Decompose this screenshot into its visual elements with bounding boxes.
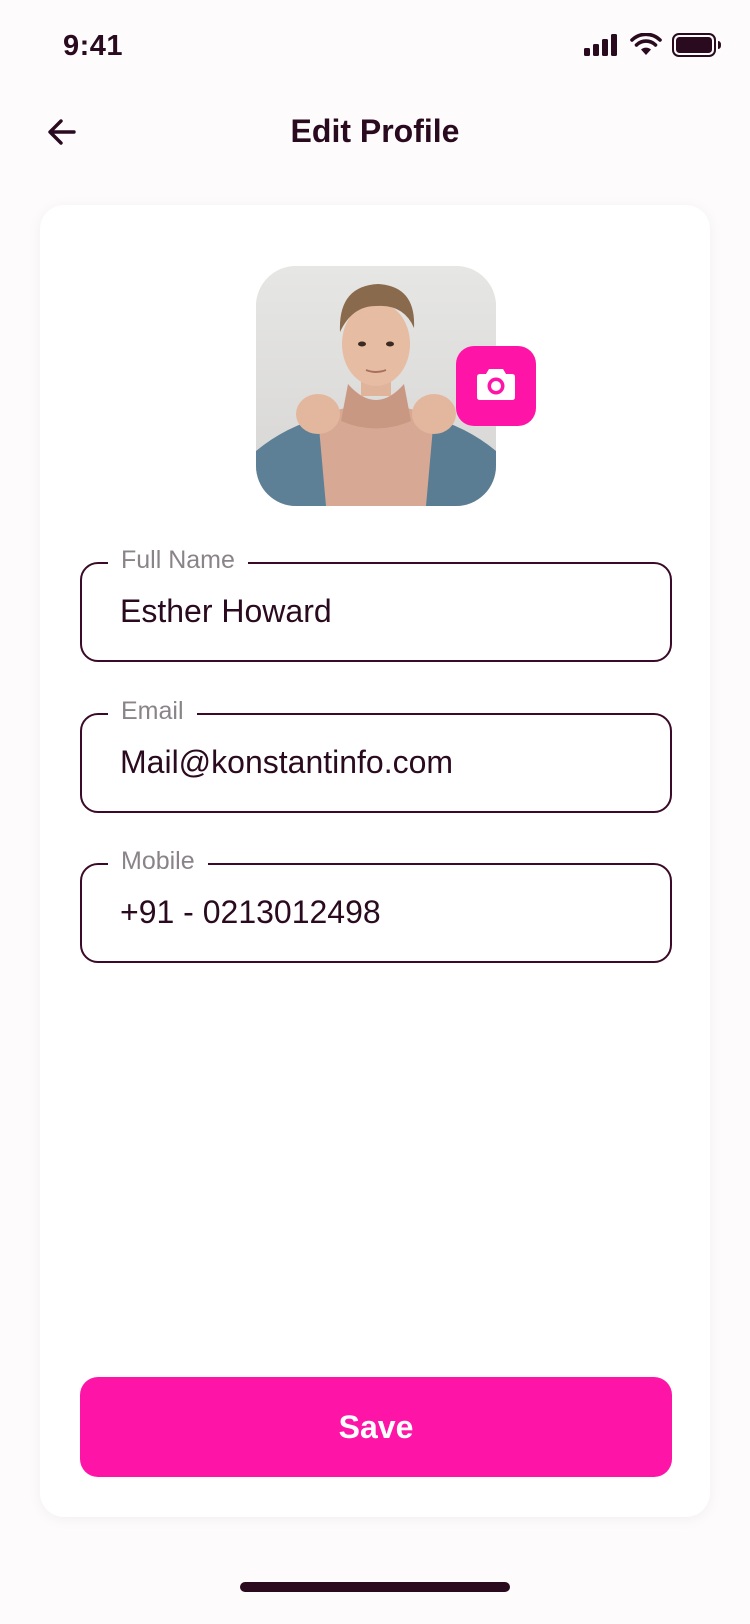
mobile-label: Mobile bbox=[108, 846, 208, 876]
avatar-section bbox=[256, 266, 536, 506]
status-bar: 9:41 bbox=[0, 0, 750, 96]
status-icons bbox=[584, 32, 722, 62]
full-name-input[interactable] bbox=[120, 588, 640, 634]
battery-icon bbox=[672, 33, 722, 62]
change-photo-button[interactable] bbox=[456, 346, 536, 426]
full-name-label: Full Name bbox=[108, 545, 248, 575]
email-label: Email bbox=[108, 696, 197, 726]
mobile-field: Mobile bbox=[80, 846, 672, 963]
email-field: Email bbox=[80, 696, 672, 813]
camera-icon bbox=[476, 367, 516, 406]
page-title: Edit Profile bbox=[290, 113, 460, 149]
wifi-icon bbox=[630, 32, 662, 62]
email-input[interactable] bbox=[120, 739, 640, 785]
status-time: 9:41 bbox=[63, 30, 124, 62]
cellular-signal-icon bbox=[584, 34, 620, 61]
profile-card: Full Name Email Mobile Save bbox=[40, 205, 710, 1517]
mobile-input[interactable] bbox=[120, 889, 640, 935]
home-indicator bbox=[240, 1582, 510, 1592]
full-name-field: Full Name bbox=[80, 545, 672, 662]
save-button[interactable]: Save bbox=[80, 1377, 672, 1477]
app-header: Edit Profile bbox=[0, 96, 750, 192]
